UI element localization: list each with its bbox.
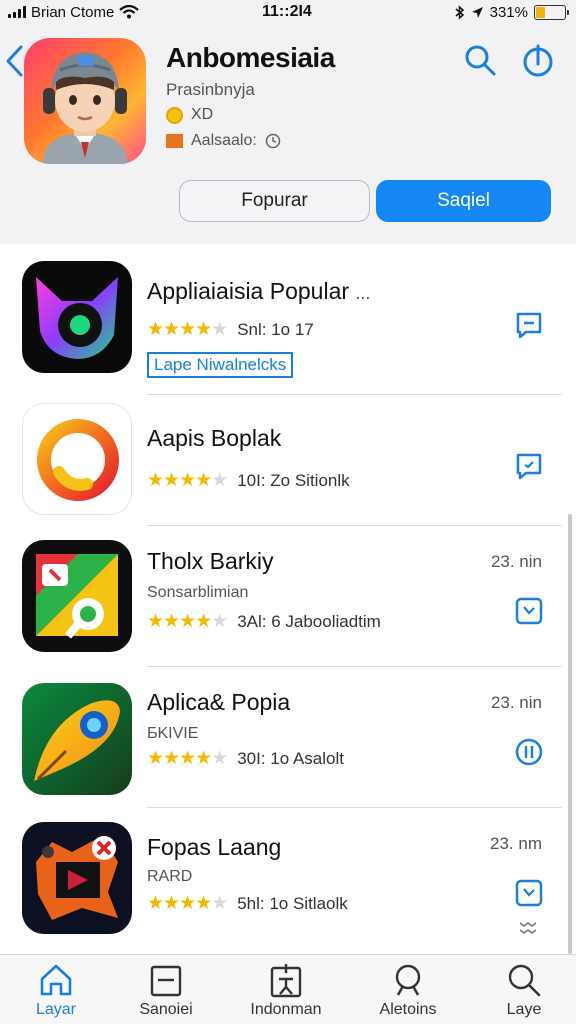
- star-rating-icon: ★★★★★: [147, 611, 228, 632]
- nav-label: Sanoiei: [139, 1001, 193, 1018]
- meta-status-value: Aalsaalo:: [191, 132, 257, 149]
- wifi-icon: [119, 5, 140, 19]
- back-chevron-icon[interactable]: [4, 44, 26, 78]
- nav-label: Aletoins: [379, 1001, 437, 1018]
- app-title-text: Appliaiaisia Popular: [147, 278, 350, 304]
- rating-row: ★★★★★ 10I: Zo Sitionlk: [147, 469, 350, 492]
- app-icon: [22, 403, 132, 515]
- battery-percent: 331%: [489, 3, 528, 21]
- status-left: Brian Ctome: [8, 3, 140, 21]
- clock-icon[interactable]: [514, 878, 544, 908]
- battery-icon: [534, 4, 569, 20]
- app-title: Tholx Barkiy: [147, 548, 274, 574]
- app-title: Appliaiaisia Popular ...: [147, 278, 370, 305]
- app-subtitle: Sonsarblimian: [147, 584, 249, 601]
- app-time: 23. nin: [490, 552, 542, 571]
- app-time: 23. nin: [490, 693, 542, 712]
- rating-row: ★★★★★ 5hl: 1o Sitlaolk: [147, 892, 348, 915]
- bluetooth-icon: [455, 4, 464, 20]
- app-time: 23. nm: [490, 834, 542, 853]
- app-subtitle: ƂKIVIE: [147, 725, 199, 742]
- coin-icon: [166, 106, 183, 124]
- scroll-more-icon: [519, 922, 537, 934]
- star-rating-icon: ★★★★★: [147, 319, 228, 340]
- chat-icon[interactable]: [514, 451, 544, 481]
- message-icon[interactable]: [514, 310, 544, 340]
- app-header: Anbomesiaia Prasinbnyja XD Aalsaalo: Fop…: [0, 24, 576, 244]
- list-item[interactable]: Fopas Laang 23. nm RARD ★★★★★ 5hl: 1o Si…: [0, 808, 576, 954]
- location-icon: [471, 6, 483, 18]
- tab-popular[interactable]: Fopurar: [179, 180, 370, 222]
- star-rating-icon: ★★★★★: [147, 893, 228, 914]
- app-title: Aapis Boplak: [147, 425, 282, 451]
- meta-row-status: Aalsaalo:: [166, 132, 281, 150]
- app-icon: [22, 261, 132, 373]
- nav-label: Indonman: [250, 1001, 322, 1018]
- rating-row: ★★★★★ 30I: 1o Asalolt: [147, 747, 344, 770]
- status-bar: Brian Ctome 11::2I4 331%: [0, 0, 576, 24]
- search-icon: [395, 964, 421, 996]
- meta-row-coins: XD: [166, 106, 213, 124]
- app-icon: [22, 683, 132, 795]
- bottom-nav: Layar Sanoiei Indonman Aletoins Laye: [0, 954, 576, 1024]
- rating-text: 3Al: 6 Jabooliadtim: [237, 611, 381, 631]
- nav-item-document[interactable]: Sanoiei: [111, 961, 221, 1019]
- app-title: Aplica& Popia: [147, 689, 291, 715]
- rating-text: 30I: 1o Asalolt: [237, 748, 344, 768]
- star-rating-icon: ★★★★★: [147, 470, 228, 491]
- search-icon[interactable]: [462, 42, 498, 78]
- pause-icon[interactable]: [514, 737, 544, 767]
- app-avatar-icon: [24, 38, 146, 164]
- carrier-name: Brian Ctome: [31, 3, 115, 21]
- battery-level: [536, 6, 546, 18]
- app-subtitle: RARD: [147, 868, 193, 885]
- tab-search[interactable]: Saqiel: [376, 180, 551, 222]
- scrollbar[interactable]: [568, 514, 572, 954]
- person-icon: [270, 964, 302, 998]
- app-icon: [22, 540, 132, 652]
- app-icon: [22, 822, 132, 934]
- clock-icon[interactable]: [514, 596, 544, 626]
- more-icon[interactable]: ...: [355, 283, 370, 303]
- nav-label: Layar: [35, 1001, 77, 1018]
- status-time: 11::2I4: [262, 3, 312, 20]
- signal-icon: [8, 6, 26, 18]
- star-rating-icon: ★★★★★: [147, 748, 228, 769]
- home-icon: [40, 964, 72, 996]
- rating-row: ★★★★★ 3Al: 6 Jabooliadtim: [147, 610, 381, 633]
- list-item[interactable]: Tholx Barkiy 23. nin Sonsarblimian ★★★★★…: [0, 526, 576, 666]
- nav-label: Laye: [506, 1001, 542, 1018]
- share-icon[interactable]: [520, 42, 556, 78]
- rating-row: ★★★★★ Snl: 1o 17: [147, 318, 314, 341]
- list-item[interactable]: Aplica& Popia 23. nin ƂKIVIE ★★★★★ 30I: …: [0, 667, 576, 807]
- app-list: Appliaiaisia Popular ... ★★★★★ Snl: 1o 1…: [0, 244, 576, 954]
- rating-text: Snl: 1o 17: [237, 319, 314, 339]
- app-title: Fopas Laang: [147, 834, 282, 860]
- rating-text: 10I: Zo Sitionlk: [237, 470, 350, 490]
- app-tag[interactable]: Lape Niwalnelcks: [147, 352, 294, 378]
- search-icon: [508, 964, 541, 997]
- clock-small-icon: [265, 133, 281, 149]
- page-title: Anbomesiaia: [166, 42, 335, 73]
- nav-item-home[interactable]: Layar: [1, 961, 111, 1019]
- list-item[interactable]: Appliaiaisia Popular ... ★★★★★ Snl: 1o 1…: [0, 244, 576, 394]
- status-right: 331%: [455, 3, 569, 21]
- meta-coins-value: XD: [191, 106, 214, 123]
- page-subtitle: Prasinbnyja: [166, 80, 255, 99]
- nav-item-search[interactable]: Laye: [469, 961, 576, 1019]
- mail-icon: [166, 134, 183, 148]
- rating-text: 5hl: 1o Sitlaolk: [237, 893, 348, 913]
- nav-item-alerts[interactable]: Aletoins: [353, 961, 463, 1019]
- list-item[interactable]: Aapis Boplak ★★★★★ 10I: Zo Sitionlk: [0, 395, 576, 525]
- document-icon: [150, 965, 182, 997]
- nav-item-person[interactable]: Indonman: [231, 961, 341, 1019]
